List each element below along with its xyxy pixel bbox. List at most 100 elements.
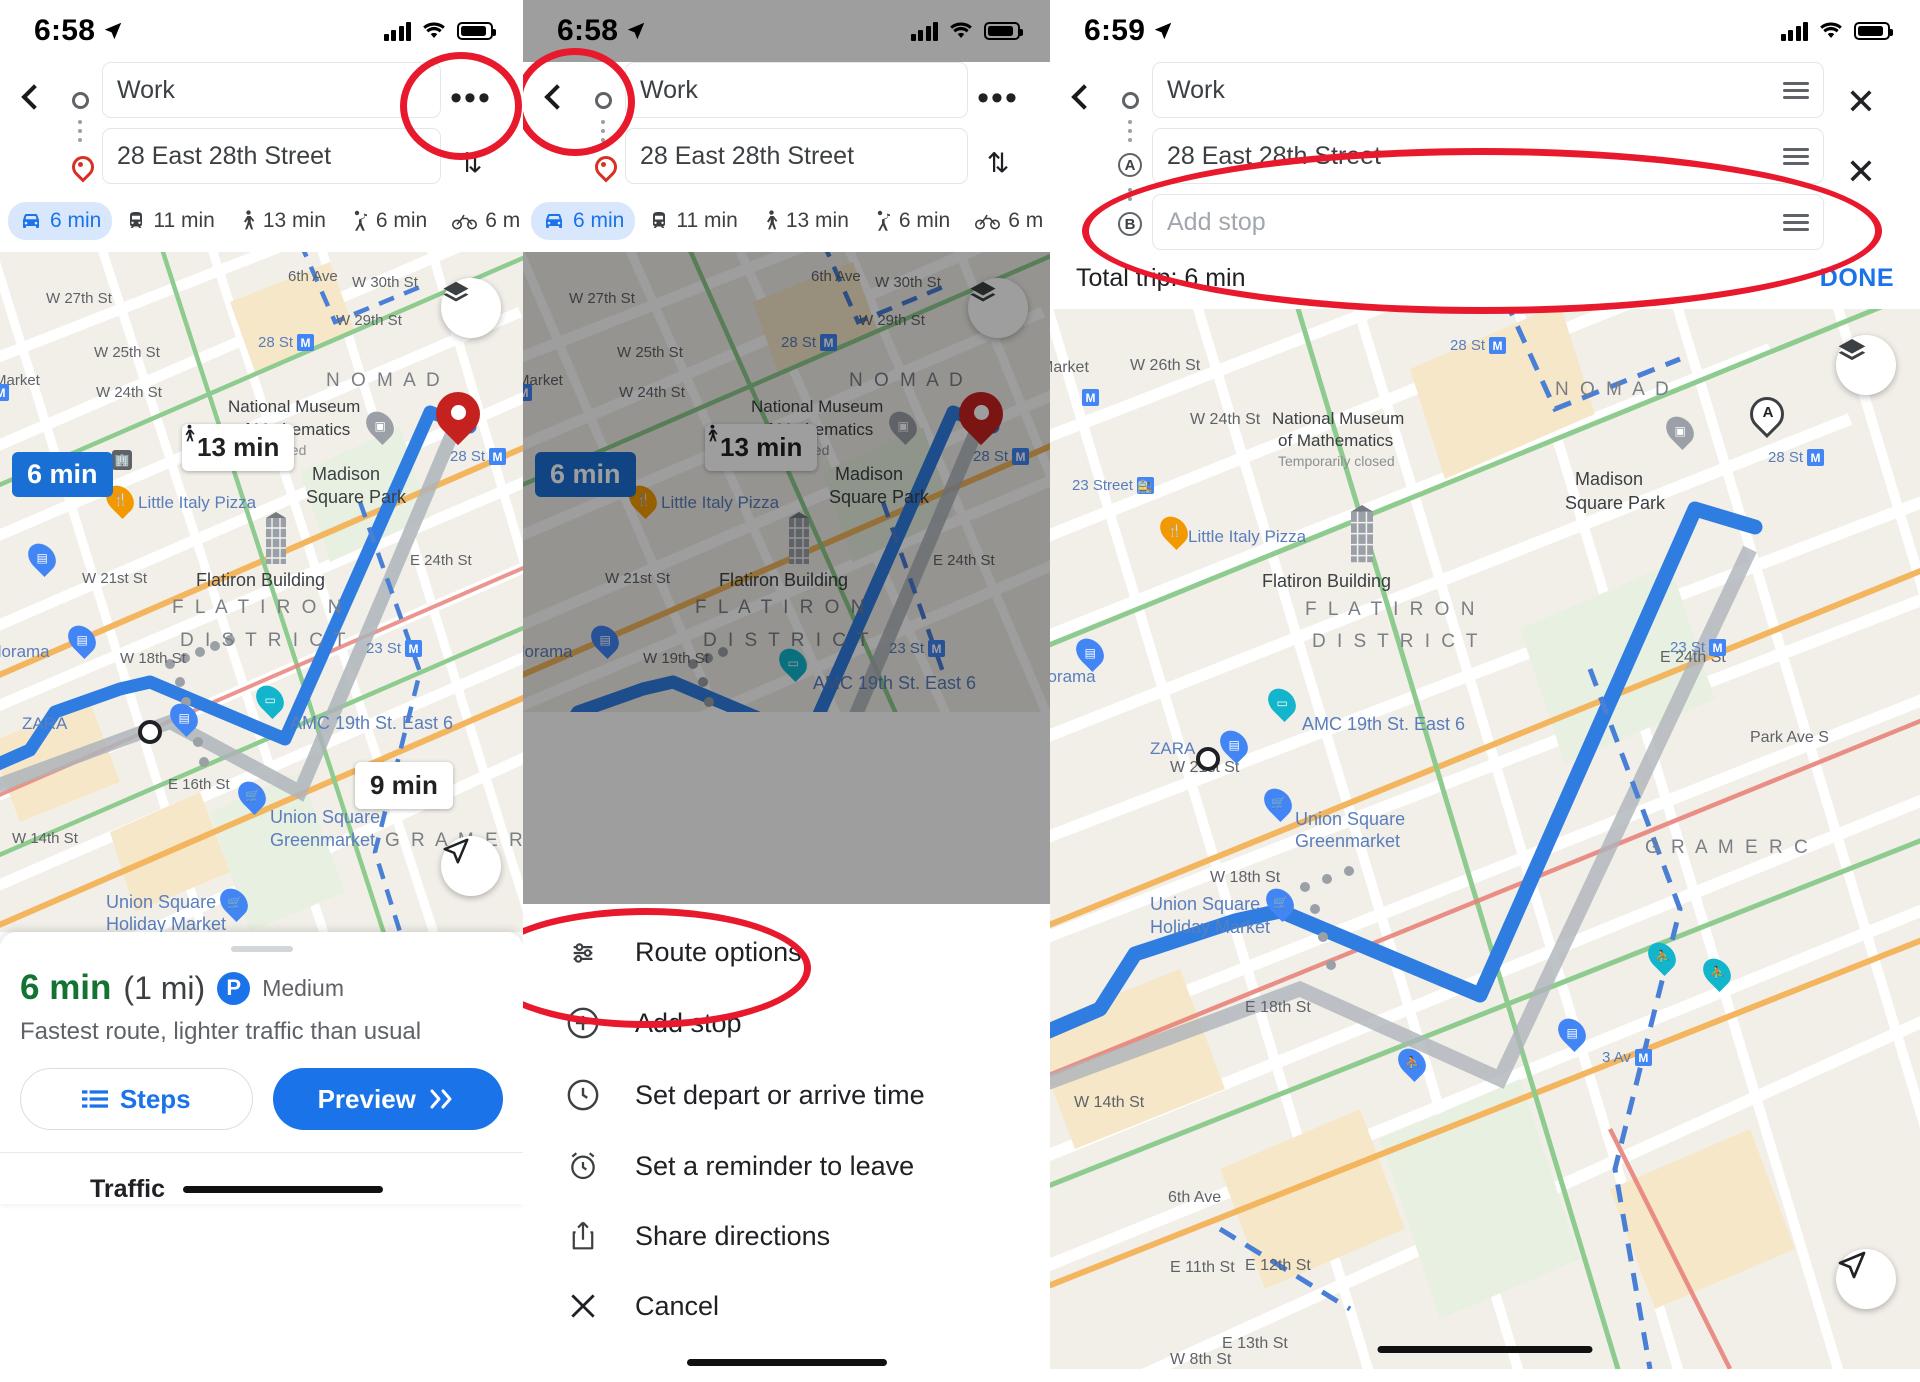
stop-b-badge: B bbox=[1118, 212, 1142, 236]
map-poi[interactable]: ▤ bbox=[62, 620, 102, 659]
swap-endpoints-button[interactable]: ⇅ bbox=[460, 106, 483, 179]
map-poi[interactable]: ▤ bbox=[164, 698, 204, 737]
mode-driving[interactable]: 6 min bbox=[8, 202, 113, 240]
stop-a-input[interactable]: 28 East 28th Street bbox=[1152, 128, 1824, 184]
map-poi[interactable]: ⛹ bbox=[1697, 953, 1737, 992]
mode-rideshare[interactable]: 6 min bbox=[340, 202, 438, 240]
map-canvas-1[interactable]: W 27th St W 25th St W 24th St 6th Ave W … bbox=[0, 252, 523, 932]
place-label: Union Square bbox=[1150, 894, 1261, 914]
menu-label: Share directions bbox=[635, 1220, 831, 1251]
route-time-badge[interactable]: 6 min bbox=[12, 452, 113, 497]
done-button[interactable]: DONE bbox=[1820, 264, 1894, 293]
map-poi[interactable]: 🛒 bbox=[1258, 783, 1298, 822]
traffic-row[interactable]: Traffic bbox=[20, 1153, 503, 1204]
mode-transit[interactable]: 11 min bbox=[638, 202, 748, 240]
neighborhood-label: F L A T I R O N bbox=[1305, 599, 1478, 620]
map-poi[interactable]: 🛒 bbox=[1260, 883, 1300, 922]
map-poi[interactable]: ⛹ bbox=[1642, 937, 1682, 976]
back-chevron-icon bbox=[1071, 84, 1097, 110]
origin-input[interactable]: Work bbox=[625, 62, 968, 118]
menu-item-share[interactable]: Share directions bbox=[523, 1201, 1050, 1271]
map-poi[interactable]: 🛒 bbox=[232, 776, 272, 815]
transit-stop[interactable]: 23 St M bbox=[1670, 639, 1727, 656]
mode-driving[interactable]: 6 min bbox=[531, 202, 636, 240]
walk-time-chip[interactable]: 13 min bbox=[182, 424, 295, 471]
map-poi[interactable]: ▤ bbox=[1552, 1013, 1592, 1052]
map-poi[interactable]: ▣ bbox=[360, 406, 400, 445]
transit-stop[interactable]: M bbox=[1082, 389, 1099, 406]
transit-stop[interactable]: 28 St M bbox=[450, 448, 507, 465]
battery-icon bbox=[1854, 22, 1893, 40]
mode-transit[interactable]: 11 min bbox=[115, 202, 225, 240]
mode-rideshare[interactable]: 6 min bbox=[863, 202, 961, 240]
transit-stop[interactable]: 28 St M bbox=[1768, 449, 1825, 466]
clear-origin-button[interactable]: ✕ bbox=[1846, 84, 1876, 120]
mode-cycling[interactable]: 6 m bbox=[441, 202, 523, 240]
map-poi[interactable]: 🍴 bbox=[1154, 511, 1194, 550]
place-label: Holiday Market bbox=[106, 914, 227, 932]
overflow-menu-button[interactable]: ••• bbox=[977, 62, 1019, 115]
mode-transit-label: 11 min bbox=[153, 209, 215, 232]
map-poi[interactable]: ▤ bbox=[22, 538, 62, 577]
alt-time-chip[interactable]: 9 min bbox=[355, 762, 453, 809]
map-poi[interactable]: 🛒 bbox=[214, 883, 254, 922]
back-button[interactable] bbox=[10, 62, 58, 110]
neighborhood-label: F L A T I R O N bbox=[172, 597, 345, 618]
transit-stop[interactable]: 28 St M bbox=[1450, 337, 1507, 354]
sheet-grabber[interactable] bbox=[230, 946, 293, 952]
clear-stop-a-button[interactable]: ✕ bbox=[1846, 154, 1876, 190]
map-poi[interactable]: ▤ bbox=[1070, 633, 1110, 672]
overflow-menu-button[interactable]: ••• bbox=[450, 62, 492, 115]
menu-item-add-stop[interactable]: Add stop bbox=[523, 987, 1050, 1059]
mode-walking[interactable]: 13 min bbox=[229, 202, 337, 240]
drag-handle-icon[interactable] bbox=[1783, 147, 1809, 165]
map-canvas-3[interactable]: W 26th St W 24th St W 21st St W 18th St … bbox=[1050, 309, 1920, 1369]
menu-item-route-options[interactable]: Route options bbox=[523, 918, 1050, 987]
destination-input[interactable]: 28 East 28th Street bbox=[625, 128, 968, 184]
mode-walking[interactable]: 13 min bbox=[752, 202, 860, 240]
menu-item-set-time[interactable]: Set depart or arrive time bbox=[523, 1059, 1050, 1131]
drag-handle-icon[interactable] bbox=[1783, 213, 1809, 231]
recenter-button[interactable] bbox=[1836, 1249, 1896, 1309]
transit-stop[interactable]: 28 St M bbox=[258, 334, 315, 351]
map-poi[interactable]: 🏢 bbox=[112, 450, 132, 470]
signal-icon bbox=[910, 21, 938, 41]
map-poi[interactable]: ⛹ bbox=[1392, 1043, 1432, 1082]
origin-input[interactable]: Work bbox=[1152, 62, 1824, 118]
back-button[interactable] bbox=[533, 62, 581, 110]
preview-button[interactable]: Preview bbox=[272, 1068, 503, 1130]
destination-input[interactable]: 28 East 28th Street bbox=[102, 128, 441, 184]
transit-stop[interactable]: 23 Street 🚉 bbox=[1072, 477, 1154, 494]
transit-stop[interactable]: 23 St M bbox=[366, 640, 423, 657]
transit-stop[interactable]: M bbox=[0, 384, 9, 401]
stops-header: A B Work 28 East 28th Street Add stop ✕ … bbox=[1050, 62, 1920, 250]
mode-cycling[interactable]: 6 m bbox=[964, 202, 1050, 240]
menu-label: Cancel bbox=[635, 1290, 720, 1321]
origin-value: Work bbox=[1167, 75, 1225, 104]
swap-endpoints-button[interactable]: ⇅ bbox=[987, 106, 1010, 179]
stop-b-input[interactable]: Add stop bbox=[1152, 194, 1824, 250]
menu-item-cancel[interactable]: Cancel bbox=[523, 1271, 1050, 1341]
origin-input[interactable]: Work bbox=[102, 62, 441, 118]
origin-circle-icon bbox=[594, 92, 612, 109]
map-poi[interactable]: ▭ bbox=[1262, 683, 1302, 722]
drag-handle-icon[interactable] bbox=[1783, 81, 1809, 99]
recenter-button[interactable] bbox=[441, 836, 501, 896]
destination-marker[interactable] bbox=[426, 382, 490, 448]
three-panel-tutorial: 6:58 Work 28 East 28th Street ••• ⇅ 6 mi… bbox=[0, 0, 1920, 1382]
back-button[interactable] bbox=[1060, 62, 1108, 110]
map-layers-button[interactable] bbox=[1836, 335, 1896, 395]
mode-rideshare-label: 6 min bbox=[898, 209, 951, 232]
map-poi[interactable]: ▭ bbox=[250, 680, 290, 719]
mode-driving-label: 6 min bbox=[573, 209, 625, 232]
map-poi[interactable]: ▤ bbox=[1214, 725, 1254, 764]
transit-stop[interactable]: 3 Av M bbox=[1602, 1049, 1652, 1066]
wifi-icon bbox=[423, 22, 445, 39]
map-poi[interactable]: ▣ bbox=[1660, 411, 1700, 450]
stop-a-marker[interactable]: A bbox=[1742, 389, 1792, 441]
status-time: 6:58 bbox=[34, 14, 96, 47]
steps-button[interactable]: Steps bbox=[20, 1068, 253, 1130]
bike-icon bbox=[452, 214, 478, 230]
map-layers-button[interactable] bbox=[441, 278, 501, 338]
menu-item-reminder[interactable]: Set a reminder to leave bbox=[523, 1131, 1050, 1201]
